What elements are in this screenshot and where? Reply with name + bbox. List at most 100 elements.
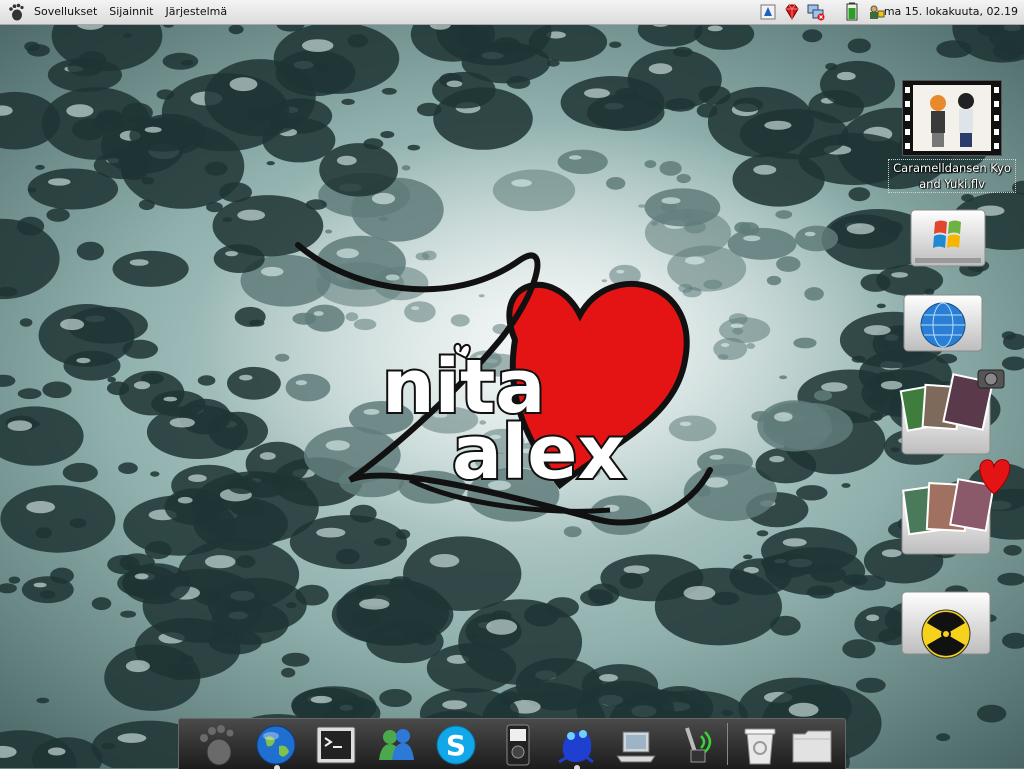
water-drop: [35, 164, 45, 170]
water-drop: [0, 374, 16, 387]
water-drop-highlight: [134, 573, 149, 580]
water-drop: [17, 388, 42, 400]
water-drop: [76, 241, 104, 261]
water-drop-highlight: [446, 80, 463, 88]
water-drop: [351, 609, 380, 628]
water-drop: [557, 149, 608, 174]
water-drop: [319, 143, 398, 197]
water-drop: [743, 554, 753, 560]
water-drop-highlight: [743, 235, 761, 242]
water-drop-highlight: [846, 223, 875, 235]
photos-camera-folder-icon[interactable]: [898, 368, 1008, 458]
water-drop-highlight: [205, 555, 236, 569]
water-drop-highlight: [33, 582, 47, 588]
water-drop-highlight: [730, 323, 744, 329]
water-drop: [961, 194, 974, 202]
web-browser-icon[interactable]: [253, 722, 299, 768]
water-drop: [651, 221, 658, 226]
water-drop-highlight: [76, 357, 91, 364]
network-disconnected-icon[interactable]: [806, 2, 826, 22]
water-drop: [676, 173, 691, 184]
compiz-frog-icon[interactable]: [553, 722, 599, 768]
water-drop-highlight: [48, 178, 71, 186]
water-drop-highlight: [237, 209, 266, 221]
water-drop: [129, 118, 198, 152]
network-antenna-icon[interactable]: [673, 722, 719, 768]
water-drop: [335, 548, 360, 565]
battery-icon[interactable]: [842, 2, 862, 22]
water-drop: [547, 59, 560, 67]
water-drop: [1002, 632, 1024, 649]
water-drop-highlight: [891, 272, 908, 278]
video-file-icon[interactable]: Caramelldansen Kyo and Yuki.flv: [888, 80, 1016, 193]
terminal-icon[interactable]: [313, 722, 359, 768]
windows-drive-icon[interactable]: [905, 204, 991, 272]
water-drop: [492, 169, 576, 212]
water-drop: [106, 381, 130, 396]
water-drop: [228, 24, 244, 35]
water-drop-highlight: [863, 325, 891, 336]
ruby-gem-icon[interactable]: [782, 2, 802, 22]
water-drop: [855, 677, 886, 693]
water-drop: [341, 98, 355, 105]
water-drop: [997, 572, 1024, 586]
water-drop: [380, 131, 395, 139]
photos-heart-folder-icon[interactable]: [898, 454, 1016, 558]
water-drop: [355, 584, 378, 600]
water-drop: [876, 303, 886, 309]
video-thumbnail: [902, 80, 1002, 156]
water-drop-highlight: [133, 381, 151, 390]
updates-icon[interactable]: [758, 2, 778, 22]
water-drop: [609, 41, 622, 48]
water-drop: [0, 583, 17, 594]
water-drop: [16, 216, 45, 236]
water-drop: [8, 576, 21, 584]
trash-icon[interactable]: [737, 722, 783, 768]
menu-applications[interactable]: Sovellukset: [28, 0, 103, 24]
messenger-icon[interactable]: [373, 722, 419, 768]
water-drop: [775, 210, 793, 219]
gnome-foot-icon[interactable]: [6, 2, 26, 22]
water-drop: [381, 87, 397, 95]
water-drop: [281, 652, 310, 667]
water-drop-highlight: [125, 660, 150, 673]
water-drop: [110, 148, 134, 159]
running-indicator: [274, 765, 280, 769]
water-drop: [936, 733, 951, 742]
water-drop: [67, 58, 103, 77]
network-drive-icon[interactable]: [900, 289, 986, 357]
water-drop: [112, 250, 189, 287]
water-drop: [654, 567, 783, 646]
water-drop: [727, 227, 797, 260]
video-file-label: Caramelldansen Kyo and Yuki.flv: [888, 159, 1016, 193]
water-drop: [869, 412, 883, 422]
water-drop: [141, 176, 155, 185]
water-drop: [795, 225, 839, 252]
laptop-icon[interactable]: [613, 722, 659, 768]
water-drop: [363, 138, 384, 150]
water-drop-highlight: [169, 417, 195, 428]
folder-icon[interactable]: [789, 722, 835, 768]
water-drop: [606, 177, 626, 190]
water-drop-highlight: [7, 420, 33, 432]
water-drop-highlight: [782, 538, 807, 547]
water-drop: [281, 667, 296, 678]
water-drop: [247, 108, 272, 121]
gnome-foot-icon[interactable]: [193, 722, 239, 768]
water-drop-highlight: [788, 702, 819, 717]
water-drop-highlight: [371, 192, 396, 205]
nita-alex-heart-logo: nita alex: [295, 242, 713, 526]
water-drop: [432, 71, 496, 109]
water-drop-highlight: [26, 501, 55, 514]
water-drop: [796, 485, 828, 501]
panel-clock[interactable]: ma 15. lokakuuta, 02.19: [884, 0, 1018, 24]
menu-places[interactable]: Sijainnit: [103, 0, 159, 24]
radioactive-drive-icon[interactable]: [898, 588, 994, 662]
menu-system[interactable]: Järjestelmä: [159, 0, 233, 24]
water-drop-highlight: [769, 455, 785, 463]
water-drop-highlight: [486, 619, 518, 635]
water-drop: [644, 160, 657, 169]
skype-icon[interactable]: S: [433, 722, 479, 768]
water-drop: [581, 664, 659, 707]
media-player-icon[interactable]: [495, 722, 541, 768]
